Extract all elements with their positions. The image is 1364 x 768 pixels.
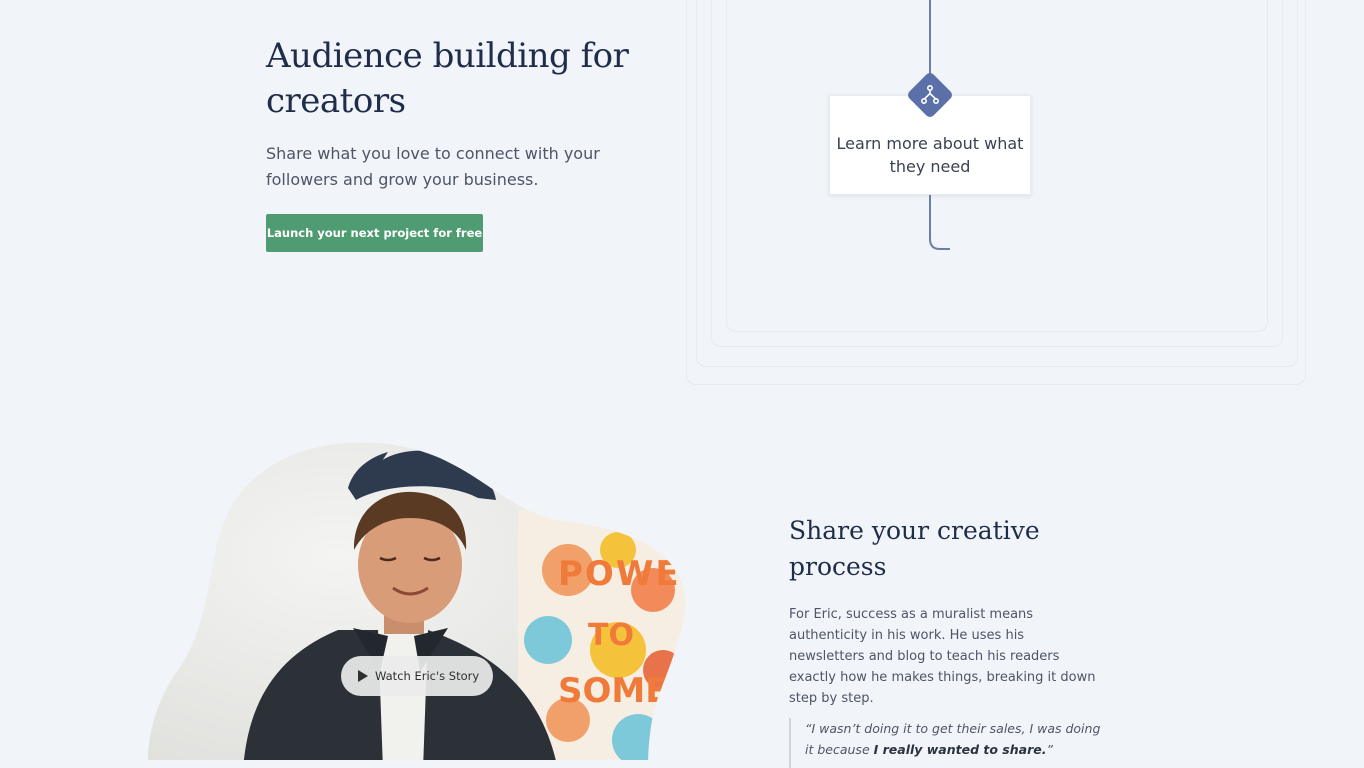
hero-title: Audience building for creators — [266, 36, 629, 121]
mural-lettering: POWE — [558, 554, 681, 594]
hero-subtitle: Share what you love to connect with your… — [266, 144, 600, 189]
svg-text:TO: TO — [588, 618, 634, 653]
journey-diagram: Learn more about what they need — [686, 0, 1306, 405]
quote-close: ” — [1046, 742, 1053, 757]
launch-project-button[interactable]: Launch your next project for free — [266, 214, 483, 252]
svg-text:SOME: SOME — [558, 671, 668, 711]
quote-emphasis: I really wanted to share. — [873, 742, 1047, 757]
diagram-node-label: Learn more about what they need — [836, 134, 1024, 176]
branch-icon — [920, 84, 940, 105]
watch-story-label: Watch Eric's Story — [375, 669, 480, 683]
watch-story-button[interactable]: Watch Eric's Story — [341, 656, 493, 696]
eric-quote: “I wasn’t doing it to get their sales, I… — [789, 718, 1101, 768]
play-icon — [358, 670, 368, 682]
eric-photo: POWE TO SOME — [148, 440, 688, 760]
connector-line-top — [929, 0, 931, 74]
connector-line-bottom — [929, 195, 950, 250]
section-body: For Eric, success as a muralist means au… — [789, 607, 1096, 706]
section-title: Share your creative process — [789, 516, 1040, 581]
